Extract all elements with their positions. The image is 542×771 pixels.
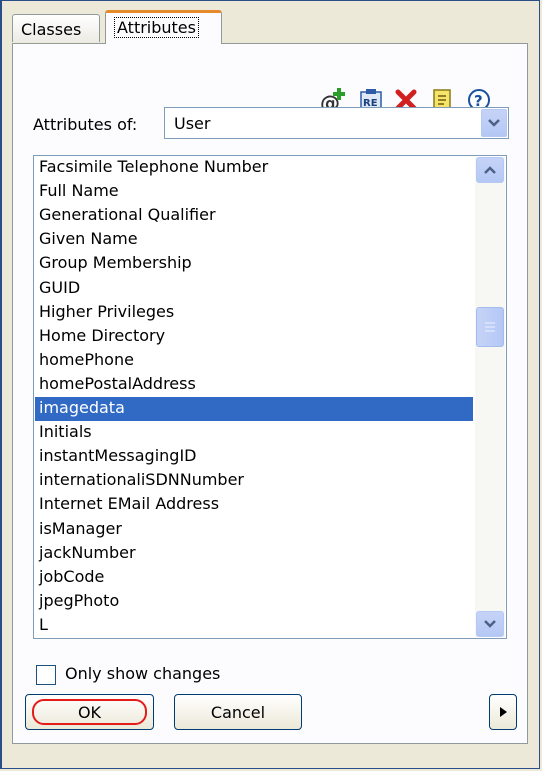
list-item[interactable]: Full Name bbox=[35, 180, 473, 204]
list-item[interactable]: Generational Qualifier bbox=[35, 204, 473, 228]
list-item[interactable]: isManager bbox=[35, 518, 473, 542]
list-item[interactable]: Facsimile Telephone Number bbox=[35, 156, 473, 180]
vertical-scrollbar[interactable] bbox=[475, 157, 505, 637]
cancel-button[interactable]: Cancel bbox=[174, 694, 302, 730]
attributes-of-select[interactable]: User bbox=[164, 107, 509, 139]
grip-icon bbox=[485, 322, 495, 332]
tab-attributes-label: Attributes bbox=[114, 17, 199, 38]
dropdown-button[interactable] bbox=[481, 109, 507, 137]
only-show-changes-label[interactable]: Only show changes bbox=[65, 664, 220, 683]
ok-button[interactable]: OK bbox=[25, 694, 154, 730]
list-item[interactable]: Group Membership bbox=[35, 252, 473, 276]
list-item[interactable]: homePhone bbox=[35, 349, 473, 373]
list-item[interactable]: instantMessagingID bbox=[35, 445, 473, 469]
list-item[interactable]: jobCode bbox=[35, 566, 473, 590]
play-arrow-icon bbox=[500, 707, 507, 717]
chevron-down-icon bbox=[488, 119, 500, 127]
attributes-panel: @ RE ? Attributes of: User Facsimile Tel… bbox=[12, 43, 528, 744]
chevron-up-icon bbox=[484, 166, 496, 174]
tab-attributes[interactable]: Attributes bbox=[105, 10, 222, 44]
list-item[interactable]: jpegPhoto bbox=[35, 590, 473, 614]
scroll-up-button[interactable] bbox=[476, 157, 504, 183]
ok-highlight-ring bbox=[32, 699, 147, 725]
scroll-down-button[interactable] bbox=[476, 611, 504, 637]
scroll-thumb[interactable] bbox=[476, 307, 504, 347]
list-item[interactable]: homePostalAddress bbox=[35, 373, 473, 397]
chevron-down-icon bbox=[484, 620, 496, 628]
list-item[interactable]: Initials bbox=[35, 421, 473, 445]
tab-classes[interactable]: Classes bbox=[12, 14, 100, 42]
tab-classes-label: Classes bbox=[21, 20, 82, 39]
list-item[interactable]: L bbox=[35, 614, 473, 638]
list-item[interactable]: internationaliSDNNumber bbox=[35, 469, 473, 493]
only-show-changes-checkbox[interactable] bbox=[36, 665, 56, 685]
list-item[interactable]: Internet EMail Address bbox=[35, 493, 473, 517]
attributes-list[interactable]: Facsimile Telephone Number Full Name Gener… bbox=[33, 155, 507, 639]
expand-button[interactable] bbox=[489, 694, 517, 730]
list-item[interactable]: jackNumber bbox=[35, 542, 473, 566]
list-item[interactable]: Home Directory bbox=[35, 325, 473, 349]
list-item[interactable]: Higher Privileges bbox=[35, 301, 473, 325]
attributes-of-value: User bbox=[174, 114, 211, 133]
list-item[interactable]: imagedata bbox=[35, 397, 473, 421]
list-item[interactable]: GUID bbox=[35, 277, 473, 301]
cancel-button-label: Cancel bbox=[210, 702, 266, 722]
attributes-of-label: Attributes of: bbox=[33, 115, 138, 134]
list-item[interactable]: Given Name bbox=[35, 228, 473, 252]
